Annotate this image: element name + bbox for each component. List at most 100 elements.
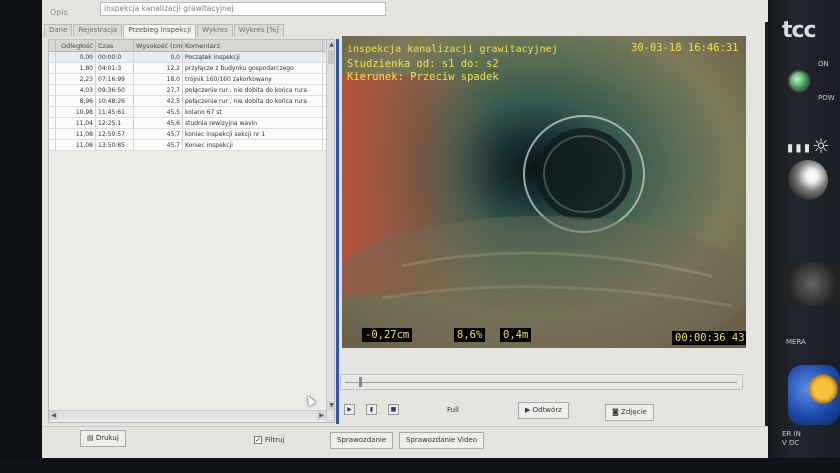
snapshot-button[interactable]: ◙ Zdjęcie (605, 404, 654, 421)
scroll-thumb[interactable] (328, 50, 334, 64)
cell-comment: studnia rewizyjna wavin (183, 118, 323, 128)
description-row: Opis inspekcja kanalizacji grawitacyjnej (42, 0, 768, 22)
cell-comment: połączenie rur , nie dobita do końca rur… (183, 96, 323, 106)
row-indicator (49, 74, 56, 84)
cell-time: 07:16:99 (96, 74, 134, 84)
signal-bars-icon: ▮▮▮ (786, 140, 812, 156)
cell-distance: 2,23 (56, 74, 96, 84)
horizontal-scrollbar[interactable]: ◀ ▶ (49, 410, 326, 420)
cell-distance: 4,03 (56, 85, 96, 95)
column-header-time[interactable]: Czas (96, 40, 134, 51)
cell-comment: połączenie rur , nie dobita do końca rur… (183, 85, 323, 95)
table-body: 0,00 00:00:0 0,0 Początek inspekcji 1,80 04:0… (49, 52, 334, 151)
cell-comment: przyłącze z budynku gospodarczego (183, 63, 323, 73)
cell-time: 12:59:57 (96, 129, 134, 139)
tab-wykres[interactable]: Wykres (197, 24, 233, 37)
table-row[interactable]: 0,00 00:00:0 0,0 Początek inspekcji (49, 52, 334, 63)
checkbox-check-icon[interactable]: ✓ (254, 436, 262, 444)
scroll-up-arrow-icon[interactable]: ▲ (327, 40, 334, 49)
camera-control-unit: tcc ON POW ▮▮▮ ☼ MERA ER IN V DC (768, 0, 840, 473)
brand-logo: tcc (782, 18, 817, 43)
timeline-track[interactable] (345, 382, 737, 383)
power-led-icon (788, 70, 810, 92)
timeline-handle[interactable] (359, 377, 362, 387)
power-in-label: ER IN V DC (782, 430, 801, 447)
tab-dane[interactable]: Dane (44, 24, 73, 37)
row-indicator (49, 96, 56, 106)
column-header-height[interactable]: Wysokość (cm) (134, 40, 183, 51)
cell-time: 13:50:85 (96, 140, 134, 150)
tab-wykres[interactable]: Wykres [%] (233, 24, 284, 37)
tab-rejestracja[interactable]: Rejestracja (73, 24, 123, 37)
cell-comment: kolano 67 st (183, 107, 323, 117)
scroll-right-arrow-icon[interactable]: ▶ (317, 411, 326, 420)
print-button-label: Drukuj (95, 434, 119, 442)
video-player[interactable]: inspekcja kanalizacji grawitacyjnej 30-0… (342, 36, 746, 348)
cell-comment: Początek inspekcji (183, 52, 323, 62)
osd-distance: 0,4m (500, 328, 532, 342)
cell-height: 0,0 (134, 52, 183, 62)
snapshot-button-label: Zdjęcie (621, 408, 647, 416)
stop-icon[interactable]: ■ (388, 404, 399, 415)
column-header-distance[interactable]: Odległość (56, 40, 96, 51)
play-button-label: Odtwórz (532, 406, 562, 414)
pause-icon[interactable]: ▮ (366, 404, 377, 415)
panel-splitter[interactable] (336, 39, 339, 424)
scroll-left-arrow-icon[interactable]: ◀ (49, 411, 58, 420)
row-indicator (49, 63, 56, 73)
brightness-knob[interactable] (788, 160, 828, 200)
video-report-button[interactable]: Sprawozdanie Video (399, 432, 484, 449)
filter-checkbox[interactable]: ✓ Filtruj (254, 436, 284, 444)
scroll-down-arrow-icon[interactable]: ▼ (327, 401, 334, 410)
cell-distance: 8,96 (56, 96, 96, 106)
table-row[interactable]: 4,03 09:36:50 27,7 połączenie rur , nie dob… (49, 85, 334, 96)
row-indicator (49, 85, 56, 95)
connector-ring-icon (806, 372, 840, 406)
cell-distance: 11,08 (56, 140, 96, 150)
osd-time: 00:00:36 43 (672, 331, 746, 345)
video-timeline[interactable] (340, 374, 743, 390)
tab-bar: Dane Rejestracja Przebieg inspekcji Wykres W… (44, 24, 285, 38)
osd-slope: 8,6% (454, 328, 486, 342)
cell-time: 10:48:26 (96, 96, 134, 106)
osd-manhole: Studzienka od: s1 do: s2 (347, 58, 499, 70)
camera-port-label: MERA (786, 338, 806, 346)
inspection-app-window: Opis inspekcja kanalizacji grawitacyjnej… (42, 0, 768, 458)
table-row[interactable]: 1,80 04:01:3 12,2 przyłącze z budynku gospo… (49, 63, 334, 74)
play-button[interactable]: ▶ Odtwórz (518, 402, 569, 419)
table-row[interactable]: 11,04 12:25:1 45,6 studnia rewizyjna wavin (49, 118, 334, 129)
table-row[interactable]: 2,23 07:16:99 18,0 trójnik 160/160 zakorkow… (49, 74, 334, 85)
vertical-scrollbar[interactable]: ▲ ▼ (326, 40, 334, 422)
cell-time: 12:25:1 (96, 118, 134, 128)
osd-direction: Kierunek: Przeciw spadek (347, 71, 499, 83)
row-indicator (49, 107, 56, 117)
cell-height: 18,0 (134, 74, 183, 84)
cell-height: 45,6 (134, 118, 183, 128)
bottom-toolbar: ▤ Drukuj ✓ Filtruj Sprawozdanie Sprawozd… (42, 426, 768, 458)
row-indicator (49, 52, 56, 62)
cell-height: 45,7 (134, 129, 183, 139)
fullscreen-button[interactable]: Full (440, 402, 466, 419)
table-row[interactable]: 10,98 11:45:61 45,5 kolano 67 st (49, 107, 334, 118)
table-row[interactable]: 11,08 12:59:57 45,7 koniec inspekcji sekcji… (49, 129, 334, 140)
printer-icon: ▤ (87, 434, 96, 442)
cable-plug-icon (784, 262, 840, 306)
cell-height: 42,5 (134, 96, 183, 106)
table-row[interactable]: 8,96 10:48:26 42,5 połączenie rur , nie dob… (49, 96, 334, 107)
cell-time: 00:00:0 (96, 52, 134, 62)
power-label: POW (818, 94, 835, 102)
brightness-icon: ☼ (812, 134, 830, 158)
description-input[interactable]: inspekcja kanalizacji grawitacyjnej (100, 2, 386, 16)
cell-time: 04:01:3 (96, 63, 134, 73)
report-button[interactable]: Sprawozdanie (330, 432, 394, 449)
play-icon[interactable]: ▶ (344, 404, 355, 415)
table-row[interactable]: 11,08 13:50:85 45,7 Koniec inspekcji (49, 140, 334, 151)
cell-height: 27,7 (134, 85, 183, 95)
tab-przebieg-inspekcji[interactable]: Przebieg inspekcji (123, 24, 197, 38)
row-indicator (49, 129, 56, 139)
row-indicator (49, 118, 56, 128)
cell-time: 09:36:50 (96, 85, 134, 95)
description-label: Opis (50, 8, 68, 17)
column-header-comment[interactable]: Komentarz (183, 40, 323, 51)
print-button[interactable]: ▤ Drukuj (80, 430, 126, 447)
